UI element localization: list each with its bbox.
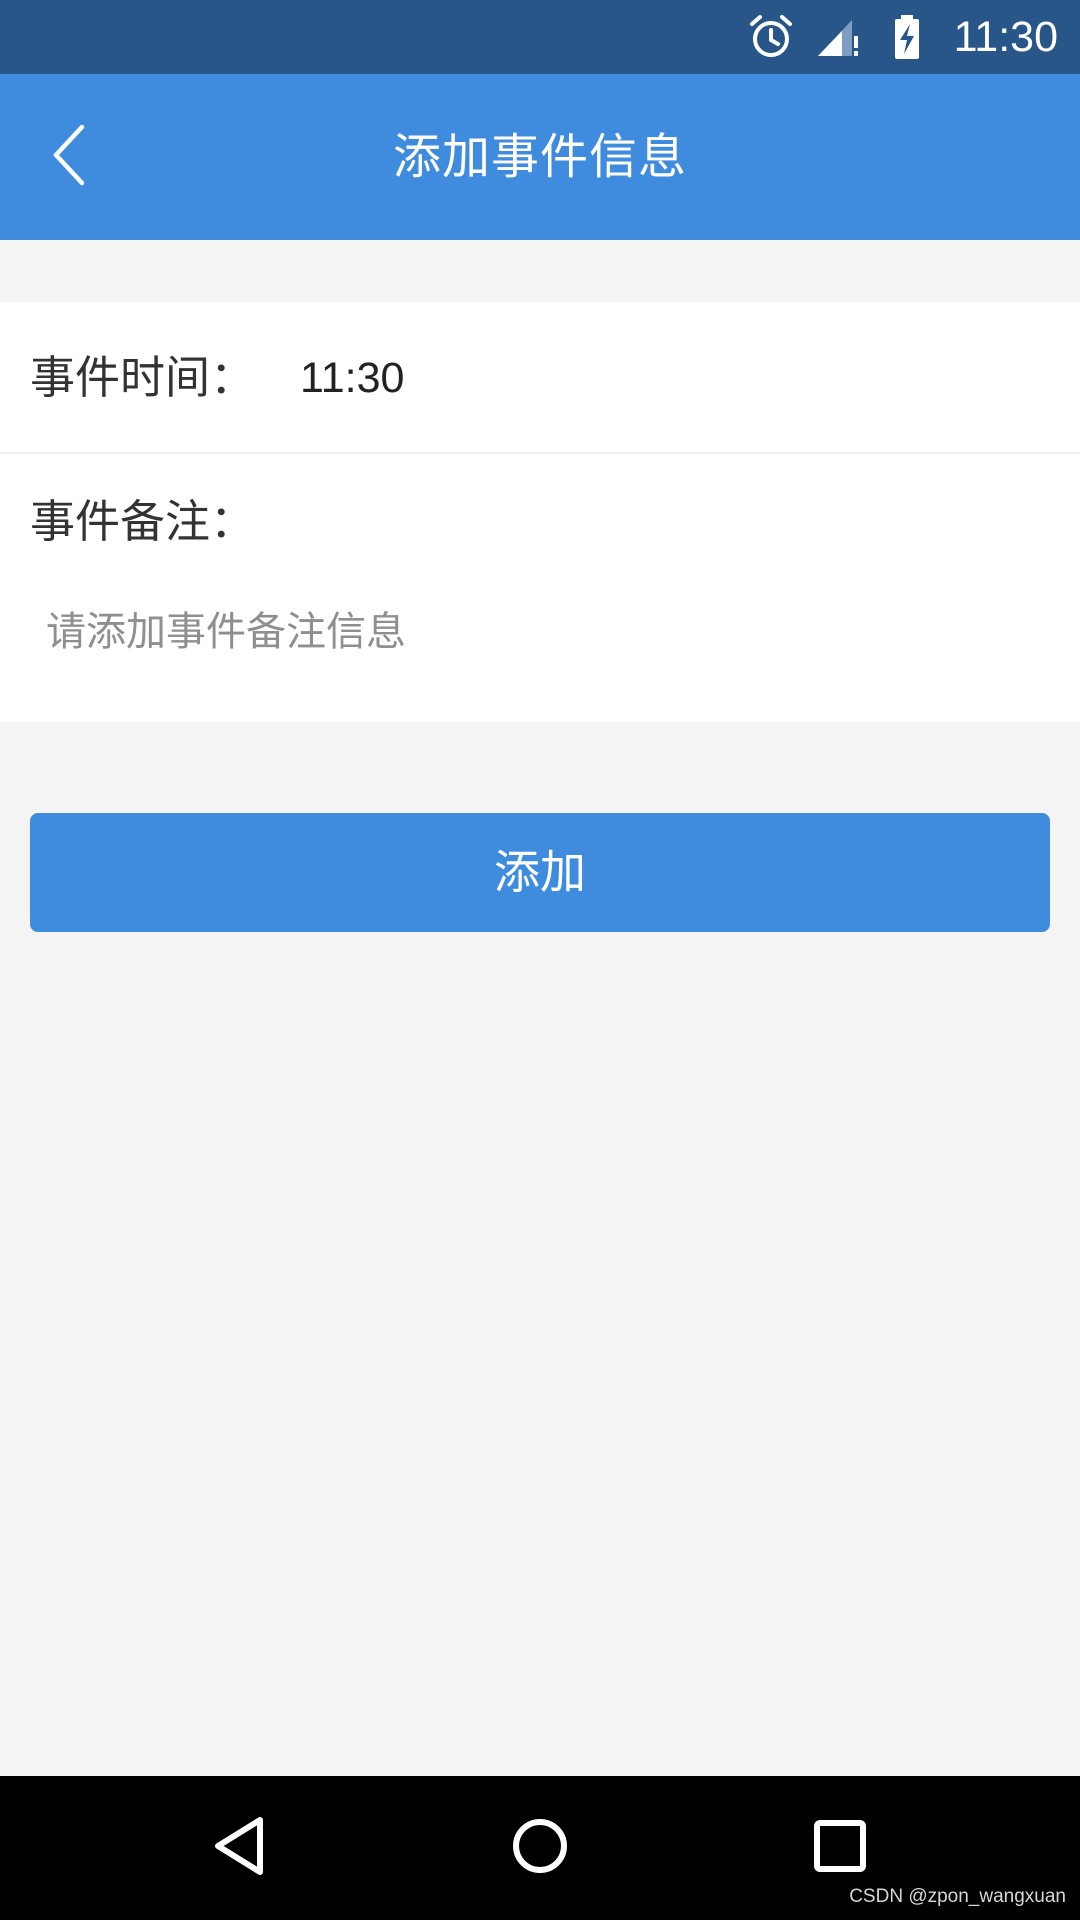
event-time-value[interactable]: 11:30 [300, 302, 404, 454]
battery-charging-icon [882, 12, 932, 62]
nav-back-icon [210, 1814, 270, 1882]
event-form: 事件时间： 11:30 事件备注： [0, 302, 1080, 722]
nav-home-button[interactable] [490, 1798, 590, 1898]
event-time-row[interactable]: 事件时间： 11:30 [0, 302, 1080, 454]
status-bar: 11:30 [0, 0, 1080, 74]
signal-icon [814, 12, 864, 62]
nav-recent-button[interactable] [790, 1798, 890, 1898]
watermark: CSDN @zpon_wangxuan [849, 1886, 1066, 1907]
nav-home-icon [510, 1816, 570, 1880]
app-bar: 添加事件信息 [0, 74, 1080, 240]
event-note-input[interactable] [30, 582, 1050, 682]
page-title: 添加事件信息 [392, 129, 687, 185]
status-time: 11:30 [953, 13, 1058, 61]
event-note-label: 事件备注： [30, 495, 256, 548]
status-icons: 11:30 [746, 0, 1058, 74]
nav-recent-icon [812, 1818, 868, 1878]
add-button[interactable]: 添加 [30, 813, 1050, 932]
alarm-icon [746, 12, 796, 62]
event-time-label: 事件时间： [30, 351, 256, 404]
nav-back-button[interactable] [190, 1798, 290, 1898]
